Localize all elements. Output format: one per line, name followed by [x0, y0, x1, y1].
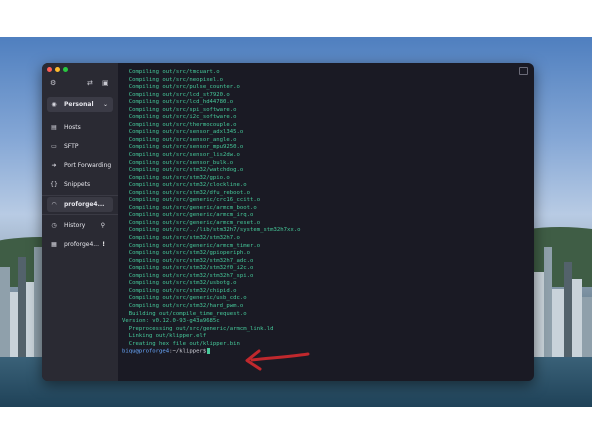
chevron-down-icon: ⌄	[102, 101, 108, 108]
terminal-line: Compiling out/src/sensor_mpu9250.o	[122, 144, 244, 151]
vault-selector[interactable]: ◉ Personal ⌄	[47, 97, 113, 112]
terminal-lines: Compiling out/src/tmcuart.o Compiling ou…	[122, 69, 522, 348]
terminal-line: Compiling out/src/lcd_st7920.o	[122, 91, 230, 98]
sidebar-item-label: Snippets	[64, 181, 91, 188]
minimize-window-button[interactable]	[55, 67, 60, 72]
warning-indicator: !	[102, 241, 105, 248]
terminal-line: Compiling out/src/spi_software.o	[122, 106, 237, 113]
gear-icon[interactable]: ⚙	[50, 79, 56, 87]
terminal-line: Compiling out/src/stm32/chipid.o	[122, 287, 237, 294]
arrow-right-icon: ➜	[51, 162, 57, 169]
active-session-tab[interactable]: ◠ proforge4...	[47, 197, 113, 212]
sidebar-item-label: Port Forwarding	[64, 162, 112, 169]
close-window-button[interactable]	[47, 67, 52, 72]
terminal-line: Preprocessing out/src/generic/armcm_link…	[122, 325, 274, 332]
terminal-line: Compiling out/src/generic/armcm_boot.o	[122, 204, 257, 211]
sidebar-item-snippets[interactable]: {} Snippets	[47, 177, 113, 192]
divider	[42, 214, 118, 215]
sidebar-item-history[interactable]: ◷ History ⚲	[47, 218, 113, 233]
terminal-prompt-line: biqu@proforge4:~/klipper$	[122, 348, 522, 356]
terminal-line: Building out/compile_time_request.o	[122, 310, 247, 317]
terminal-line: Compiling out/src/stm32/stm32h7_spi.o	[122, 272, 254, 279]
vault-label: Personal	[64, 101, 94, 108]
sidebar-item-port-forwarding[interactable]: ➜ Port Forwarding	[47, 158, 113, 173]
terminal-line: Compiling out/src/lcd_hd44780.o	[122, 99, 234, 106]
terminal-line: Compiling out/src/../lib/stm32h7/system_…	[122, 227, 301, 234]
new-terminal-icon[interactable]: ▣	[102, 79, 109, 87]
terminal-line: Compiling out/src/stm32/dfu_reboot.o	[122, 189, 250, 196]
terminal-line: Compiling out/src/stm32/stm32f0_i2c.o	[122, 265, 254, 272]
server-icon: ▤	[51, 124, 57, 131]
zoom-window-button[interactable]	[63, 67, 68, 72]
divider	[42, 195, 118, 196]
session-label: proforge4...	[64, 201, 105, 208]
terminal-line: Compiling out/src/stm32/hard_pwm.o	[122, 302, 244, 309]
terminal-line: Compiling out/src/thermocouple.o	[122, 121, 237, 128]
sidebar-item-label: Hosts	[64, 124, 81, 131]
annotation-arrow	[245, 349, 310, 371]
sidebar-item-label: History	[64, 222, 86, 229]
sync-icon[interactable]: ⇄	[87, 79, 93, 87]
sidebar-item-sftp[interactable]: ▭ SFTP	[47, 139, 113, 154]
terminal-line: Compiling out/src/tmcuart.o	[122, 69, 220, 75]
text-cursor	[207, 348, 211, 355]
search-icon[interactable]: ⚲	[101, 222, 105, 229]
prompt-path: :~/klipper$	[169, 348, 207, 355]
terminal-app-window: ⚙ ⇄ ▣ ◉ Personal ⌄ ▤ Hosts ▭ SFTP ➜ Port…	[42, 63, 534, 381]
terminal-line: Compiling out/src/pulse_counter.o	[122, 84, 240, 91]
clock-icon: ◷	[51, 222, 57, 229]
terminal-line: Linking out/klipper.elf	[122, 333, 207, 340]
terminal-line: Compiling out/src/stm32/stm32h7_adc.o	[122, 257, 254, 264]
terminal-icon: ▦	[51, 241, 57, 248]
terminal-line: Compiling out/src/stm32/gpio.o	[122, 174, 230, 181]
terminal-line: Compiling out/src/sensor_adxl345.o	[122, 129, 244, 136]
terminal-line: Compiling out/src/sensor_angle.o	[122, 136, 237, 143]
terminal-line: Compiling out/src/generic/usb_cdc.o	[122, 295, 247, 302]
terminal-line: Compiling out/src/stm32/usbotg.o	[122, 280, 237, 287]
terminal-line: Compiling out/src/generic/armcm_reset.o	[122, 219, 261, 226]
terminal-output[interactable]: Compiling out/src/tmcuart.o Compiling ou…	[122, 69, 522, 375]
terminal-line: Compiling out/src/neopixel.o	[122, 76, 224, 83]
terminal-line: Compiling out/src/generic/crc16_ccitt.o	[122, 197, 261, 204]
terminal-line: Compiling out/src/generic/armcm_irq.o	[122, 212, 254, 219]
terminal-line: Compiling out/src/stm32/watchdog.o	[122, 167, 244, 174]
terminal-line: Compiling out/src/i2c_software.o	[122, 114, 237, 121]
terminal-line: Compiling out/src/sensor_bulk.o	[122, 159, 234, 166]
folder-icon: ▭	[51, 143, 57, 150]
prompt-user: biqu@proforge4	[122, 348, 170, 355]
sidebar-item-label: SFTP	[64, 143, 79, 150]
sidebar: ⚙ ⇄ ▣ ◉ Personal ⌄ ▤ Hosts ▭ SFTP ➜ Port…	[42, 63, 118, 381]
terminal-line: Compiling out/src/generic/armcm_timer.o	[122, 242, 261, 249]
terminal-line: Compiling out/src/stm32/gpioperiph.o	[122, 250, 250, 257]
vault-icon: ◉	[51, 101, 57, 108]
history-item-label: proforge4...	[64, 241, 99, 248]
terminal-line: Compiling out/src/stm32/clockline.o	[122, 182, 247, 189]
sidebar-item-hosts[interactable]: ▤ Hosts	[47, 120, 113, 135]
terminal-line: Compiling out/src/stm32/stm32h7.o	[122, 235, 240, 242]
terminal-line: Creating hex file out/klipper.bin	[122, 340, 240, 347]
braces-icon: {}	[50, 181, 58, 188]
terminal-line: Compiling out/src/sensor_lis2dw.o	[122, 152, 240, 159]
spinner-icon: ◠	[51, 201, 57, 208]
terminal-line: Version: v0.12.0-93-g43a9685c	[122, 318, 220, 325]
history-item[interactable]: ▦ proforge4... !	[47, 237, 113, 252]
